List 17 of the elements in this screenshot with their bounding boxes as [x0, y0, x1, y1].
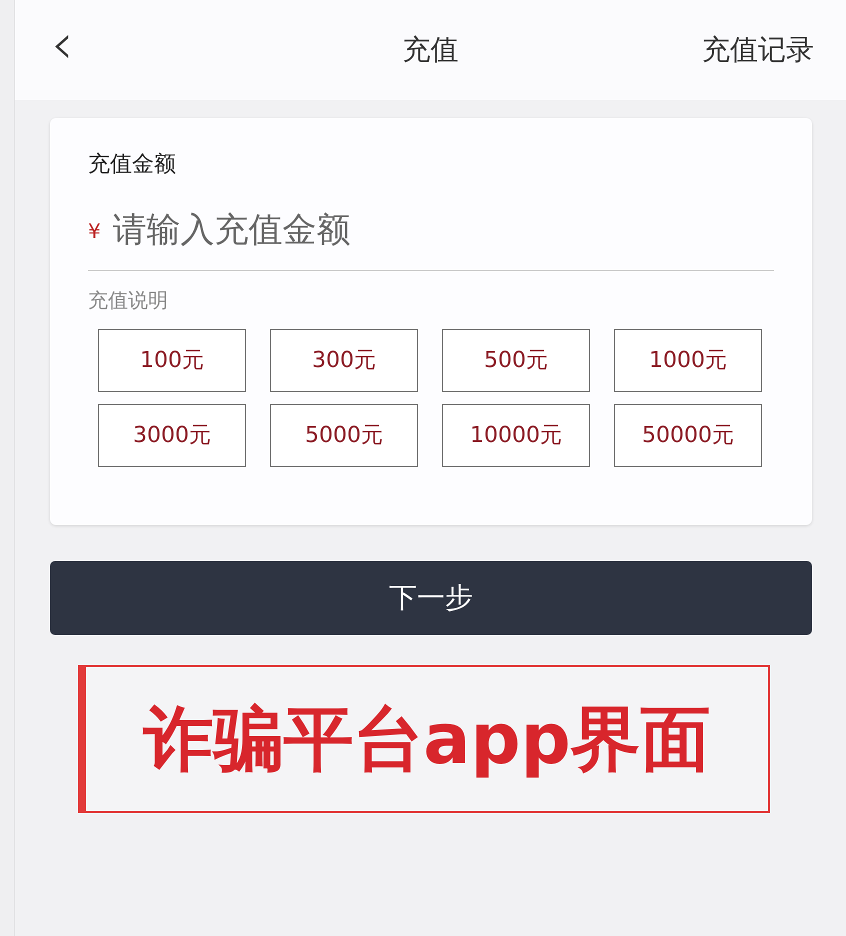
recharge-history-link[interactable]: 充值记录 — [702, 29, 814, 71]
amount-option[interactable]: 5000元 — [270, 404, 418, 467]
next-step-button[interactable]: 下一步 — [50, 561, 812, 635]
currency-symbol: ¥ — [88, 218, 101, 244]
amount-input-field[interactable]: 请输入充值金额 — [112, 205, 774, 256]
caption-text: 诈骗平台app界面 — [143, 696, 711, 782]
amount-option[interactable]: 50000元 — [614, 404, 762, 467]
page-title: 充值 — [402, 32, 458, 68]
amount-option[interactable]: 100元 — [98, 329, 246, 392]
recharge-note-label: 充值说明 — [88, 287, 169, 314]
amount-option[interactable]: 1000元 — [614, 329, 762, 392]
amount-option[interactable]: 500元 — [442, 329, 590, 392]
amount-label: 充值金额 — [88, 151, 177, 179]
back-button[interactable]: ‹ — [51, 17, 82, 83]
amount-option[interactable]: 3000元 — [98, 404, 246, 467]
amount-option[interactable]: 300元 — [270, 329, 418, 392]
amount-option[interactable]: 10000元 — [442, 404, 590, 467]
